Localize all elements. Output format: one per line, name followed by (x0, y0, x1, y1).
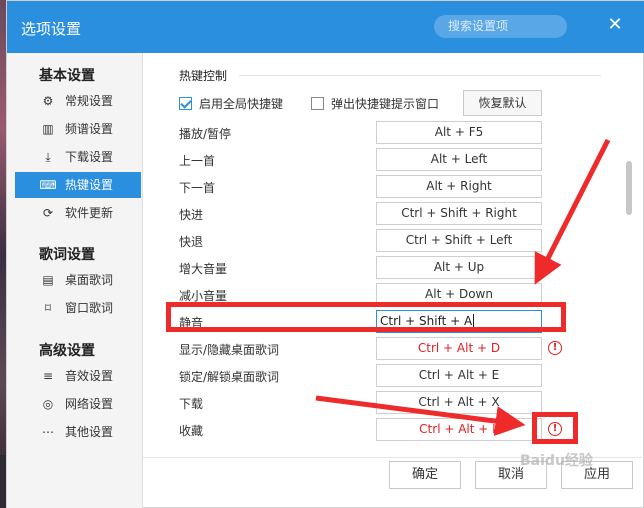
checkbox-checked-icon (179, 97, 192, 110)
hotkey-label-lock-desktop-lyrics: 锁定/解锁桌面歌词 (179, 370, 280, 384)
sidebar-item-other[interactable]: ⋯ 其他设置 (15, 419, 141, 445)
sidebar-item-network[interactable]: ◎ 网络设置 (15, 391, 141, 417)
conflict-warning-icon: ! (548, 341, 562, 355)
group-divider (239, 75, 601, 76)
section-lyrics-settings: 歌词设置 (39, 247, 95, 263)
hotkey-label-rewind: 快退 (179, 235, 204, 249)
sidebar-item-label: 音效设置 (65, 369, 114, 383)
group-title-hotkeys: 热键控制 (179, 69, 228, 83)
hotkey-field-download[interactable]: Ctrl + Alt + X (376, 391, 542, 414)
annotation-highlight-mute-row (166, 302, 566, 332)
sidebar-item-sound-effects[interactable]: ≡ 音效设置 (15, 363, 141, 389)
sidebar-item-general[interactable]: ⚙ 常规设置 (15, 88, 141, 114)
checkbox-label: 启用全局快捷键 (199, 97, 284, 111)
hotkey-field-toggle-desktop-lyrics[interactable]: Ctrl + Alt + D (376, 337, 542, 360)
show-hotkey-tips-checkbox[interactable]: 弹出快捷键提示窗口 (311, 96, 461, 112)
dialog-title: 选项设置 (21, 20, 82, 38)
sidebar-item-download[interactable]: ⤓ 下载设置 (15, 144, 141, 170)
sidebar-item-spectrum[interactable]: ▥ 频谱设置 (15, 116, 141, 142)
gear-icon: ⚙ (42, 94, 54, 108)
hotkey-field-next[interactable]: Alt + Right (376, 175, 542, 198)
hotkey-label-volume-up: 增大音量 (179, 262, 228, 276)
sidebar: 基本设置 ⚙ 常规设置 ▥ 频谱设置 ⤓ 下载设置 ⌨ 热键设置 ⟳ 软件更新 歌词设置 … (7, 53, 143, 508)
network-icon: ◎ (42, 397, 54, 411)
spectrum-icon: ▥ (42, 122, 54, 136)
close-icon[interactable]: ✕ (605, 15, 625, 35)
hotkey-field-rewind[interactable]: Ctrl + Shift + Left (376, 229, 542, 252)
hotkey-label-next: 下一首 (179, 181, 216, 195)
hotkey-field-play-pause[interactable]: Alt + F5 (376, 121, 542, 144)
keyboard-icon: ⌨ (39, 178, 57, 192)
hotkey-label-play-pause: 播放/暂停 (179, 127, 232, 141)
sidebar-item-label: 桌面歌词 (65, 273, 114, 287)
scrollbar-thumb[interactable] (626, 161, 632, 215)
hotkey-field-favorite[interactable]: Ctrl + Alt + L (376, 418, 542, 441)
title-bar: 选项设置 搜索设置项 ✕ (7, 1, 644, 53)
checkbox-label: 弹出快捷键提示窗口 (331, 97, 440, 111)
hotkey-label-favorite: 收藏 (179, 424, 204, 438)
download-icon: ⤓ (45, 150, 51, 164)
section-advanced-settings: 高级设置 (39, 343, 95, 359)
sidebar-item-label: 网络设置 (65, 397, 114, 411)
sidebar-item-label: 软件更新 (65, 206, 114, 220)
sidebar-item-label: 下载设置 (65, 150, 114, 164)
sidebar-item-label: 热键设置 (65, 178, 114, 192)
ok-button[interactable]: 确定 (389, 461, 461, 489)
search-input[interactable]: 搜索设置项 (434, 15, 567, 38)
window-lyrics-icon: ⌑ (44, 301, 52, 315)
sidebar-item-update[interactable]: ⟳ 软件更新 (15, 200, 141, 226)
hotkey-label-toggle-desktop-lyrics: 显示/隐藏桌面歌词 (179, 343, 280, 357)
annotation-highlight-warning (532, 412, 578, 444)
sidebar-item-label: 窗口歌词 (65, 301, 114, 315)
scrollbar[interactable] (623, 53, 637, 457)
checkbox-unchecked-icon (311, 97, 324, 110)
reset-default-button[interactable]: 恢复默认 (463, 90, 542, 116)
hotkey-label-fast-forward: 快进 (179, 208, 204, 222)
equalizer-icon: ≡ (42, 369, 54, 383)
hotkey-label-previous: 上一首 (179, 154, 216, 168)
section-basic-settings: 基本设置 (39, 68, 95, 84)
enable-global-hotkeys-checkbox[interactable]: 启用全局快捷键 (179, 96, 309, 112)
update-icon: ⟳ (42, 206, 54, 220)
hotkey-field-lock-desktop-lyrics[interactable]: Ctrl + Alt + E (376, 364, 542, 387)
sidebar-item-label: 其他设置 (65, 425, 114, 439)
hotkey-label-download: 下载 (179, 397, 204, 411)
watermark: Baidu经验 (520, 453, 593, 469)
sidebar-item-desktop-lyrics[interactable]: ▤ 桌面歌词 (15, 267, 141, 293)
hotkey-field-fast-forward[interactable]: Ctrl + Shift + Right (376, 202, 542, 225)
more-icon: ⋯ (42, 425, 54, 439)
sidebar-item-label: 常规设置 (65, 94, 114, 108)
hotkey-settings-panel: 热键控制 启用全局快捷键 弹出快捷键提示窗口 恢复默认 播放/暂停 Alt + … (143, 53, 623, 457)
desktop-lyrics-icon: ▤ (42, 273, 54, 287)
hotkey-field-previous[interactable]: Alt + Left (376, 148, 542, 171)
sidebar-item-hotkeys[interactable]: ⌨ 热键设置 (15, 172, 141, 198)
sidebar-item-label: 频谱设置 (65, 122, 114, 136)
hotkey-field-volume-up[interactable]: Alt + Up (376, 256, 542, 279)
sidebar-item-window-lyrics[interactable]: ⌑ 窗口歌词 (15, 295, 141, 321)
